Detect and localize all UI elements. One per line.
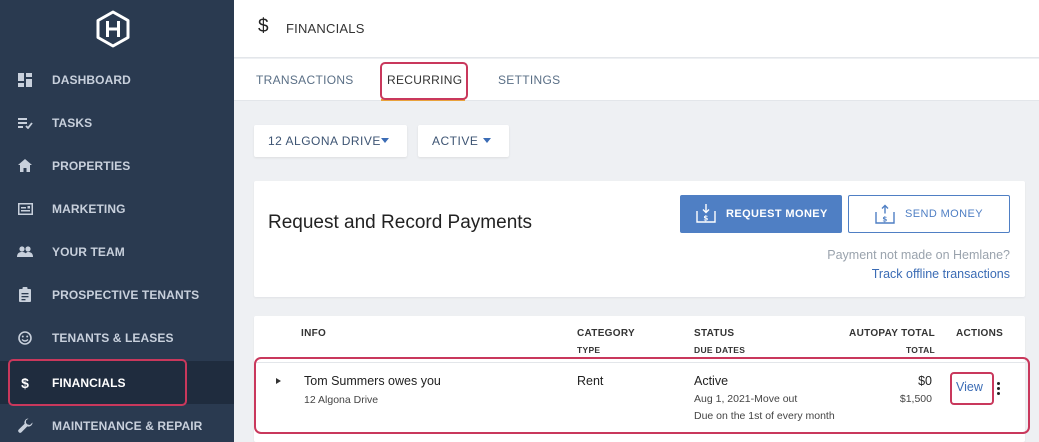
property-filter-value: 12 ALGONA DRIVE	[268, 134, 381, 148]
column-header-status: STATUS	[694, 328, 735, 339]
sidebar-item-dashboard[interactable]: DASHBOARD	[0, 58, 234, 101]
column-header-actions: ACTIONS	[956, 328, 1004, 339]
sidebar-item-marketing[interactable]: MARKETING	[0, 187, 234, 230]
annotation-highlight-row	[254, 357, 1030, 434]
status-filter-dropdown[interactable]: ACTIVE	[418, 125, 509, 157]
offline-note: Payment not made on Hemlane?	[827, 248, 1010, 262]
annotation-highlight-recurring	[380, 62, 468, 100]
property-filter-dropdown[interactable]: 12 ALGONA DRIVE	[254, 125, 407, 157]
smiley-icon	[17, 330, 33, 346]
sidebar-item-tasks[interactable]: TASKS	[0, 101, 234, 144]
marketing-icon	[17, 201, 33, 217]
sidebar-item-label: TASKS	[52, 115, 93, 130]
sidebar-item-label: TENANTS & LEASES	[52, 330, 174, 345]
sidebar-item-label: YOUR TEAM	[52, 244, 125, 259]
column-header-info: INFO	[301, 328, 327, 339]
clipboard-icon	[17, 287, 33, 303]
request-money-button[interactable]: $ REQUEST MONEY	[680, 195, 842, 233]
column-subheader-due-dates: DUE DATES	[694, 345, 746, 355]
svg-text:$: $	[703, 215, 708, 223]
dashboard-icon	[17, 72, 33, 88]
send-money-button[interactable]: $ SEND MONEY	[848, 195, 1010, 233]
payments-card: Request and Record Payments $ REQUEST MO…	[254, 181, 1025, 297]
page-header: $ FINANCIALS	[234, 0, 1039, 58]
sidebar-item-prospective-tenants[interactable]: PROSPECTIVE TENANTS	[0, 273, 234, 316]
chevron-down-icon	[483, 138, 491, 143]
chevron-down-icon	[381, 138, 389, 143]
column-header-category: CATEGORY	[577, 328, 635, 339]
tab-bar: TRANSACTIONS RECURRING SETTINGS	[234, 59, 1039, 101]
sidebar-item-properties[interactable]: PROPERTIES	[0, 144, 234, 187]
column-subheader-type: TYPE	[577, 345, 601, 355]
dollar-icon: $	[258, 16, 269, 37]
money-out-icon: $	[875, 204, 895, 224]
payments-heading: Request and Record Payments	[268, 212, 533, 233]
column-subheader-total: TOTAL	[905, 345, 935, 355]
sidebar-item-label: DASHBOARD	[52, 72, 131, 87]
request-money-label: REQUEST MONEY	[726, 208, 828, 220]
tab-settings[interactable]: SETTINGS	[498, 73, 560, 87]
send-money-label: SEND MONEY	[905, 208, 983, 220]
sidebar-item-label: MARKETING	[52, 201, 126, 216]
money-in-icon: $	[696, 204, 716, 223]
track-offline-link[interactable]: Track offline transactions	[872, 267, 1010, 281]
sidebar-item-label: PROSPECTIVE TENANTS	[52, 287, 200, 302]
home-icon	[17, 158, 33, 174]
status-filter-value: ACTIVE	[432, 134, 479, 148]
hemlane-logo-icon[interactable]	[94, 10, 132, 48]
team-icon	[17, 244, 33, 260]
sidebar-item-your-team[interactable]: YOUR TEAM	[0, 230, 234, 273]
sidebar-item-tenants-leases[interactable]: TENANTS & LEASES	[0, 316, 234, 359]
tasks-icon	[17, 115, 33, 131]
svg-text:$: $	[882, 216, 887, 224]
sidebar-item-maintenance-repair[interactable]: MAINTENANCE & REPAIR	[0, 404, 234, 442]
page-title: FINANCIALS	[286, 21, 365, 36]
sidebar-item-label: MAINTENANCE & REPAIR	[52, 418, 203, 433]
tab-transactions[interactable]: TRANSACTIONS	[256, 73, 354, 87]
sidebar-item-label: PROPERTIES	[52, 158, 131, 173]
wrench-icon	[17, 418, 33, 434]
annotation-highlight-financials	[8, 359, 187, 406]
column-header-autopay-total: AUTOPAY TOTAL	[849, 328, 935, 339]
annotation-highlight-view	[950, 372, 994, 405]
